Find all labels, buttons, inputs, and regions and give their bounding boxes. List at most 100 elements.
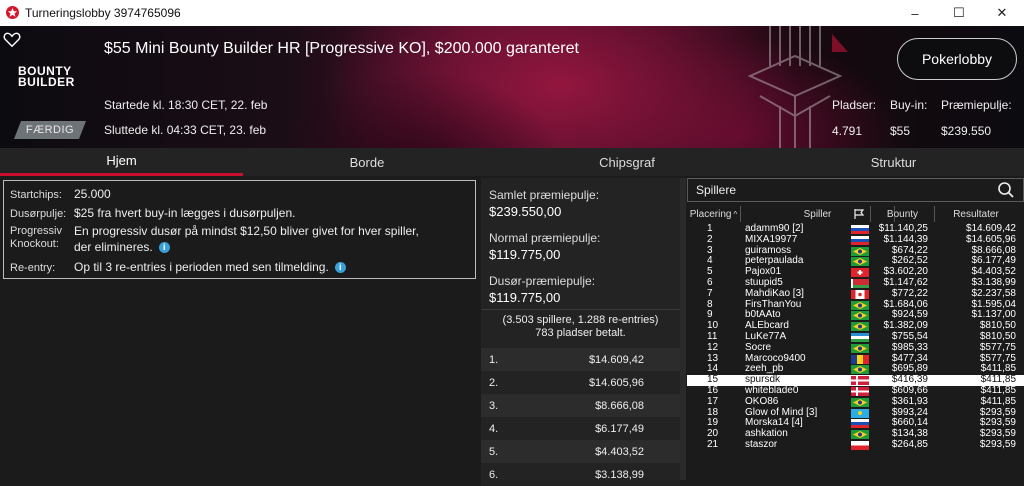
- end-time: Sluttede kl. 04:33 CET, 23. feb: [104, 123, 267, 137]
- player-row[interactable]: 16 whiteblade0 $609,66 $411,85: [687, 385, 1024, 397]
- flag-column-icon: [853, 209, 864, 219]
- payout-row: 4. $6.177,49: [481, 417, 680, 440]
- country-flag-icon: [851, 343, 869, 353]
- payout-amount: $14.609,42: [588, 354, 644, 366]
- country-flag-icon: [851, 257, 869, 267]
- player-row[interactable]: 12 Socre $985,33 $577,75: [687, 341, 1024, 354]
- startchips-label: Startchips:: [10, 189, 62, 201]
- players-title: Spillere: [696, 183, 737, 197]
- payout-row: 6. $3.138,99: [481, 463, 680, 486]
- close-button[interactable]: ✕: [980, 0, 1024, 26]
- tab-structure[interactable]: Struktur: [763, 148, 1024, 176]
- prizepool-value: $239.550: [941, 124, 992, 138]
- payout-amount: $14.605,96: [588, 377, 644, 389]
- country-flag-icon: [851, 322, 869, 332]
- player-bounty: $772,22: [891, 287, 928, 299]
- player-place: 17: [707, 395, 719, 407]
- player-row[interactable]: 9 b0tAAto $924,59 $1.137,00: [687, 310, 1024, 321]
- col-bounty[interactable]: Bounty: [871, 206, 935, 222]
- tab-chipgraph[interactable]: Chipsgraf: [491, 148, 763, 176]
- player-row[interactable]: 18 Glow of Mind [3] $993,24 $293,59: [687, 407, 1024, 419]
- player-bounty: $1.144,39: [883, 233, 929, 245]
- payout-row: 2. $14.605,96: [481, 371, 680, 394]
- player-row[interactable]: 10 ALEbcard $1.382,09 $810,50: [687, 320, 1024, 332]
- player-row[interactable]: 13 Marcoco9400 $477,34 $577,75: [687, 353, 1024, 365]
- player-place: 12: [707, 341, 719, 353]
- player-result: $2.237,58: [971, 287, 1017, 299]
- player-name: MIXA19977: [745, 233, 798, 245]
- payout-amount: $8.666,08: [595, 400, 644, 412]
- tab-tables[interactable]: Borde: [243, 148, 491, 176]
- pko-value-line1: En progressiv dusør på mindst $12,50 bli…: [74, 224, 419, 238]
- total-prize-label: Samlet præmiepulje:: [489, 188, 600, 202]
- maximize-button[interactable]: ☐: [937, 0, 981, 26]
- player-result: $577,75: [979, 341, 1016, 353]
- payout-amount: $6.177,49: [595, 423, 644, 435]
- search-icon[interactable]: [997, 181, 1015, 199]
- player-row[interactable]: 14 zeeh_pb $695,89 $411,85: [687, 364, 1024, 375]
- buyin-value: $55: [890, 124, 911, 138]
- country-flag-icon: [851, 279, 869, 288]
- tab-bar: Hjem Borde Chipsgraf Struktur: [0, 148, 1024, 176]
- buyin-label: Buy-in:: [890, 98, 928, 112]
- player-row[interactable]: 2 MIXA19977 $1.144,39 $14.605,96: [687, 233, 1024, 246]
- player-bounty: $361,93: [891, 395, 928, 407]
- payout-place: 4.: [489, 423, 499, 435]
- pko-info-icon[interactable]: i: [158, 242, 170, 254]
- country-flag-icon: [851, 354, 869, 364]
- player-row[interactable]: 21 staszor $264,85 $293,59: [687, 439, 1024, 451]
- prize-pool-panel: Samlet præmiepulje: $239.550,00 Normal p…: [481, 178, 680, 486]
- pokerstars-star-icon: [6, 6, 19, 19]
- col-flag[interactable]: [847, 206, 871, 222]
- player-row[interactable]: 7 MahdiKao [3] $772,22 $2.237,58: [687, 287, 1024, 300]
- player-result: $293,59: [979, 439, 1016, 450]
- bounty-prize-label: Dusør-præmiepulje:: [489, 274, 596, 288]
- reentry-info-icon[interactable]: i: [334, 262, 346, 274]
- payout-amount: $3.138,99: [595, 469, 644, 481]
- window-titlebar: Turneringslobby 3974765096 – ☐ ✕: [0, 0, 1024, 26]
- player-name: Socre: [745, 341, 772, 353]
- player-row[interactable]: 11 LuKe77A $755,54 $810,50: [687, 331, 1024, 343]
- player-name: staszor: [745, 439, 778, 450]
- bountypool-label: Dusørpulje:: [10, 208, 67, 220]
- country-flag-icon: [851, 430, 869, 440]
- col-result[interactable]: Resultater: [935, 206, 1017, 222]
- player-row[interactable]: 19 Morska14 [4] $660,14 $293,59: [687, 418, 1024, 429]
- country-flag-icon: [851, 333, 869, 342]
- player-row[interactable]: 20 ashkation $134,38 $293,59: [687, 428, 1024, 440]
- payout-row: 3. $8.666,08: [481, 394, 680, 417]
- prizepool-label: Præmiepulje:: [941, 98, 1012, 112]
- favorite-heart-icon[interactable]: [3, 32, 21, 48]
- country-flag-icon: [851, 268, 869, 278]
- reentry-value: Op til 3 re-entries i perioden med sen t…: [74, 260, 469, 275]
- player-row[interactable]: 17 OKO86 $361,93 $411,85: [687, 395, 1024, 408]
- player-bounty: $264,85: [891, 439, 928, 450]
- pko-value-line2: der elimineres. i: [74, 240, 469, 255]
- prize-scrollbar[interactable]: [680, 178, 686, 480]
- payout-place: 1.: [489, 354, 499, 366]
- divider: [481, 309, 680, 310]
- players-panel: Spillere Placering ^ Spiller Bounty Resul…: [687, 178, 1024, 480]
- tab-home[interactable]: Hjem: [0, 148, 243, 176]
- player-row[interactable]: 15 spursdk $416,39 $411,85: [687, 374, 1024, 386]
- col-place[interactable]: Placering ^: [687, 206, 741, 222]
- tournament-title: $55 Mini Bounty Builder HR [Progressive …: [104, 40, 579, 57]
- minimize-button[interactable]: –: [893, 0, 937, 26]
- player-name: MahdiKao [3]: [745, 287, 804, 299]
- player-place: 7: [707, 287, 713, 299]
- country-flag-icon: [851, 300, 869, 310]
- player-place: 21: [707, 439, 719, 450]
- country-flag-icon: [851, 246, 869, 256]
- sort-up-icon: ^: [733, 209, 738, 219]
- country-flag-icon: [851, 387, 869, 396]
- tournament-header: BOUNTY BUILDER $55 Mini Bounty Builder H…: [0, 26, 1024, 148]
- country-flag-icon: [851, 408, 869, 418]
- player-result: $14.605,96: [965, 233, 1016, 245]
- start-time: Startede kl. 18:30 CET, 22. feb: [104, 98, 268, 112]
- payout-place: 5.: [489, 446, 499, 458]
- payout-row: 1. $14.609,42: [481, 348, 680, 371]
- country-flag-icon: [851, 419, 869, 429]
- player-place: 2: [707, 233, 713, 245]
- payout-place: 3.: [489, 400, 499, 412]
- poker-lobby-button[interactable]: Pokerlobby: [897, 38, 1017, 80]
